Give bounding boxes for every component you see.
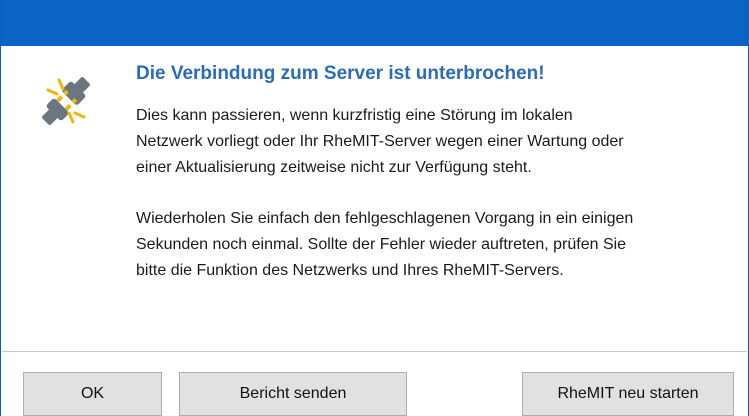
dialog-heading: Die Verbindung zum Server ist unterbroch… (136, 63, 545, 84)
send-report-button[interactable]: Bericht senden (179, 372, 407, 416)
button-area-divider (2, 351, 747, 352)
title-bar[interactable] (1, 0, 748, 46)
restart-rhemit-button[interactable]: RheMIT neu starten (522, 372, 734, 416)
ok-button[interactable]: OK (23, 372, 162, 416)
message-line: bitte die Funktion des Netzwerks und Ihr… (136, 262, 564, 279)
message-line: Sekunden noch einmal. Sollte der Fehler … (136, 236, 627, 253)
message-line: einer Aktualisierung zeitweise nicht zur… (136, 159, 532, 176)
message-line: Netzwerk vorliegt oder Ihr RheMIT-Server… (136, 133, 624, 150)
unplugged-connector-icon (31, 66, 101, 136)
error-dialog: Die Verbindung zum Server ist unterbroch… (0, 0, 749, 416)
message-line: Dies kann passieren, wenn kurzfristig ei… (136, 107, 573, 124)
message-paragraph-1: Dies kann passieren, wenn kurzfristig ei… (136, 103, 736, 181)
message-line: Wiederholen Sie einfach den fehlgeschlag… (136, 210, 634, 227)
message-paragraph-2: Wiederholen Sie einfach den fehlgeschlag… (136, 206, 736, 284)
